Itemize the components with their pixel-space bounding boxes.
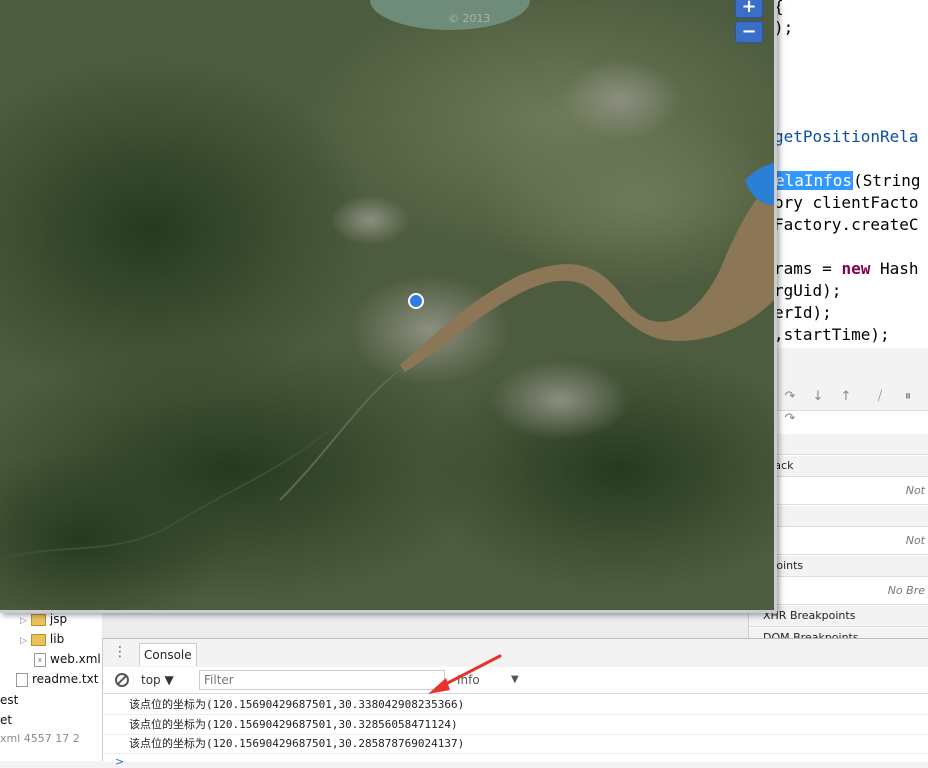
step-out-icon[interactable]: ↑	[839, 390, 853, 404]
console-prompt[interactable]: >	[115, 755, 124, 768]
filter-input[interactable]	[199, 670, 445, 690]
tree-item-project[interactable]: est	[0, 693, 18, 707]
text-file-icon	[16, 672, 28, 687]
code-line: erId);	[774, 303, 832, 322]
tree-item-project[interactable]: et	[0, 713, 12, 727]
code-line: rgUid);	[774, 281, 842, 300]
tree-item-label: web.xml	[50, 652, 101, 666]
location-marker-icon[interactable]	[408, 293, 424, 309]
map-copyright: © 2013	[448, 12, 491, 25]
tree-item-label: readme.txt	[32, 672, 99, 686]
console-toolbar: top ▼ Info ▼	[103, 667, 928, 694]
xml-file-icon: x	[34, 652, 46, 667]
section-label: DOM Breakpoints	[763, 631, 859, 638]
map-window[interactable]: © 2013 + −	[0, 0, 777, 613]
selected-text: elaInfos	[774, 171, 854, 190]
code-keyword: new	[841, 259, 871, 278]
zoom-in-button[interactable]: +	[735, 0, 763, 18]
section-dom-breakpoints[interactable]: DOM Breakpoints	[749, 628, 928, 638]
package-explorer: ▷ jsp ▷ lib x web.xml readme.txt est et xml…	[0, 610, 103, 761]
code-line: Factory.createC	[774, 215, 919, 234]
tree-item-label: est	[0, 693, 19, 707]
folder-icon	[30, 613, 46, 626]
tree-item-web-xml[interactable]: x web.xml	[34, 652, 101, 667]
pause-on-exceptions-icon[interactable]: ⏸	[901, 390, 915, 404]
code-editor[interactable]: { ); getPositionRela elaInfos(String ory…	[770, 0, 928, 348]
code-text: rams =	[774, 259, 842, 278]
console-message-text: 该点位的坐标为(120.15690429687501,30.2858787690…	[129, 737, 465, 750]
zoom-controls: + −	[735, 0, 763, 46]
console-message-text: 该点位的坐标为(120.15690429687501,30.3380429082…	[129, 698, 465, 711]
tree-item-readme[interactable]: readme.txt	[16, 672, 98, 687]
code-line-method-signature: elaInfos(String	[774, 170, 921, 192]
tree-item-jsp[interactable]: ▷ jsp	[20, 612, 67, 626]
step-into-icon[interactable]: ↓	[811, 390, 825, 404]
chevron-down-icon[interactable]: ▼	[511, 670, 519, 690]
code-line: ory clientFacto	[774, 193, 919, 212]
step-over-icon[interactable]: ↷	[783, 412, 797, 426]
log-level-select[interactable]: Info	[457, 670, 480, 690]
console-message-text: 该点位的坐标为(120.15690429687501,30.3285605847…	[129, 718, 458, 731]
satellite-map[interactable]	[0, 0, 774, 610]
tree-item-label: lib	[49, 632, 65, 646]
clear-console-icon[interactable]	[115, 673, 129, 687]
tree-item-label: jsp	[49, 612, 68, 626]
code-text: Hash	[870, 259, 919, 278]
empty-state: Not	[905, 534, 925, 547]
tab-console[interactable]: Console	[139, 643, 197, 666]
code-text: (String	[853, 171, 921, 190]
more-menu-icon[interactable]: ⋮	[113, 645, 127, 661]
code-line-method-name: getPositionRela	[774, 127, 919, 146]
deactivate-breakpoints-icon[interactable]: ⧸	[873, 390, 887, 404]
console-drawer: ⋮ Console top ▼ Info ▼ 该点位的坐标为(120.15690…	[103, 638, 928, 768]
expand-arrow-icon[interactable]: ▷	[20, 616, 27, 626]
tree-item-label: xml 4557 17 2	[0, 732, 80, 745]
step-over-icon[interactable]: ↷	[783, 390, 797, 404]
drawer-tabbar: ⋮ Console	[103, 639, 928, 668]
folder-icon	[30, 633, 46, 646]
console-message: 该点位的坐标为(120.15690429687501,30.3285605847…	[103, 715, 928, 735]
code-line: ,startTime);	[774, 325, 890, 344]
tree-item-lib[interactable]: ▷ lib	[20, 632, 64, 646]
zoom-out-button[interactable]: −	[735, 21, 763, 43]
empty-state: No Bre	[887, 584, 925, 597]
editor-footer-strip	[102, 610, 748, 639]
console-message: 该点位的坐标为(120.15690429687501,30.3380429082…	[103, 695, 928, 715]
console-message: 该点位的坐标为(120.15690429687501,30.2858787690…	[103, 734, 928, 754]
empty-state: Not	[905, 484, 925, 497]
expand-arrow-icon[interactable]: ▷	[20, 636, 27, 646]
code-line: rams = new Hash	[774, 258, 919, 280]
tree-item-file[interactable]: xml 4557 17 2	[0, 732, 80, 745]
tree-item-label: et	[0, 713, 13, 727]
context-select[interactable]: top ▼	[141, 670, 174, 690]
